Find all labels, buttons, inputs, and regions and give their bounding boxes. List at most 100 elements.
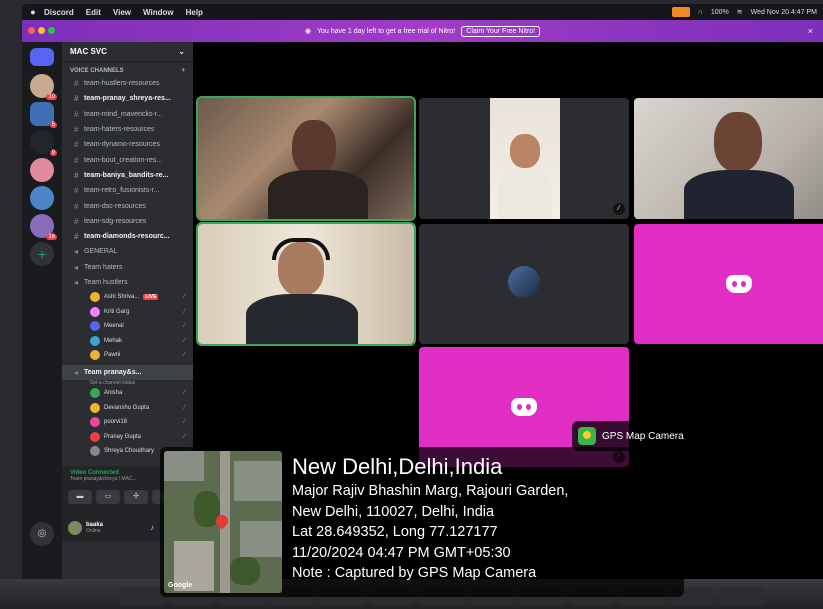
avatar[interactable]: [68, 521, 82, 535]
voice-member[interactable]: Kriti Garg ⁄: [62, 305, 193, 320]
server-rail: 10 5 9 16 + ◎: [22, 42, 62, 579]
menu-view[interactable]: View: [113, 8, 131, 17]
voice-channel-item[interactable]: ◂ Team hustlers: [62, 275, 193, 290]
apple-icon[interactable]: ●: [22, 7, 44, 17]
channel-item[interactable]: # team-sdg-resources: [62, 214, 193, 229]
battery-text[interactable]: 100%: [711, 9, 729, 16]
menu-edit[interactable]: Edit: [86, 8, 101, 17]
member-name: Mehak: [104, 337, 123, 344]
channel-item[interactable]: # team-dsc-resources: [62, 198, 193, 213]
video-tile-1[interactable]: [196, 96, 416, 221]
close-banner-icon[interactable]: ×: [808, 26, 813, 36]
chevron-down-icon: ⌄: [178, 47, 185, 56]
video-tile-6[interactable]: ⁄: [634, 224, 823, 344]
screen-share-icon[interactable]: ▭: [96, 490, 120, 504]
voice-member[interactable]: Ashi Shriva... LIVE ⁄: [62, 290, 193, 305]
video-tile-4[interactable]: [196, 222, 416, 346]
member-name: Ashi Shriva...: [104, 294, 140, 301]
avatar: [90, 417, 100, 428]
menu-window[interactable]: Window: [143, 8, 174, 17]
map-building: [240, 521, 282, 557]
avatar: [90, 446, 100, 457]
channel-item[interactable]: # team-retro_fusionists-r...: [62, 183, 193, 198]
menu-help[interactable]: Help: [186, 8, 203, 17]
server-icon-3[interactable]: 9: [30, 130, 57, 156]
voice-channel-item[interactable]: ◂ Team pranay&s...: [62, 364, 193, 380]
avatar: [90, 292, 100, 303]
avatar: [90, 431, 100, 442]
gps-datetime: 11/20/2024 04:47 PM GMT+05:30: [292, 544, 511, 561]
voice-member[interactable]: Devanshu Gupta ⁄: [62, 400, 193, 415]
video-tile-3[interactable]: [634, 98, 823, 219]
channel-name: team-pranay_shreya-res...: [84, 95, 171, 103]
server-icon-2[interactable]: 5: [30, 102, 57, 128]
headphones-icon: [272, 238, 330, 260]
voice-channel-item[interactable]: ◂ GENERAL: [62, 244, 193, 259]
keyboard-key: [720, 587, 764, 605]
video-tile-2[interactable]: ⁄: [419, 98, 629, 219]
channel-item[interactable]: # team-hustlers-resources: [62, 76, 193, 91]
claim-nitro-button[interactable]: Claim Your Free Nitro!: [461, 25, 541, 37]
microphone-icon[interactable]: ♪: [150, 523, 154, 532]
wifi-icon[interactable]: ≋: [737, 8, 743, 16]
nitro-icon: ◉: [304, 28, 311, 35]
server-name: MAC SVC: [70, 47, 107, 56]
mic-muted-icon: ⁄: [183, 323, 185, 330]
server-header[interactable]: MAC SVC ⌄: [62, 42, 193, 62]
close-window-icon[interactable]: [28, 27, 35, 34]
add-channel-icon[interactable]: +: [181, 68, 185, 74]
channel-item[interactable]: # team-pranay_shreya-res...: [62, 91, 193, 106]
voice-member[interactable]: Anisha ⁄: [62, 386, 193, 401]
gps-city: New Delhi,Delhi,India: [292, 454, 503, 479]
video-tile-5[interactable]: [419, 224, 629, 344]
recording-icon[interactable]: [671, 7, 690, 17]
menubar-status: ∩ 100% ≋ Wed Nov 20 4:47 PM: [671, 4, 817, 20]
mic-muted-icon: ⁄: [183, 419, 185, 426]
voice-channel-name: Team haters: [84, 263, 123, 271]
menu-discord[interactable]: Discord: [44, 8, 74, 17]
gps-info-box: Google New Delhi,Delhi,India Major Rajiv…: [160, 447, 684, 597]
activities-icon[interactable]: ✣: [124, 490, 148, 504]
server-badge: 5: [49, 122, 57, 128]
avatar: [508, 266, 540, 298]
channel-item[interactable]: # team-baniya_bandits-re...: [62, 168, 193, 183]
discord-home-icon[interactable]: [30, 48, 54, 66]
channel-item[interactable]: # team-haters-resources: [62, 122, 193, 137]
channel-name: team-haters-resources: [84, 126, 155, 134]
explore-icon[interactable]: ◎: [30, 522, 54, 546]
voice-member[interactable]: Pranay Gupta ⁄: [62, 429, 193, 444]
channel-item[interactable]: # team-bout_creation-res...: [62, 152, 193, 167]
server-icon-6[interactable]: 16: [30, 214, 57, 240]
nitro-banner: ◉ You have 1 day left to get a free tria…: [22, 20, 823, 42]
maximize-window-icon[interactable]: [48, 27, 55, 34]
voice-channel-item[interactable]: ◂ Team haters: [62, 260, 193, 275]
voice-member[interactable]: Mehak ⁄: [62, 334, 193, 349]
server-icon-1[interactable]: 10: [30, 74, 57, 100]
headphones-icon[interactable]: ∩: [698, 9, 703, 16]
voice-channels-header[interactable]: VOICE CHANNELS +: [62, 62, 193, 76]
avatar: [90, 335, 100, 346]
channel-item[interactable]: # team-mind_mavericks-r...: [62, 107, 193, 122]
server-icon-4[interactable]: [30, 158, 54, 182]
voice-channel-list: ◂ GENERAL ◂ Team haters ◂ Team hustlers Ashi S…: [62, 244, 193, 458]
server-badge: 10: [46, 94, 57, 100]
channel-name: team-dynamo-resources: [84, 141, 160, 149]
voice-member[interactable]: Meenal ⁄: [62, 319, 193, 334]
server-icon-5[interactable]: [30, 186, 54, 210]
add-server-icon[interactable]: +: [30, 242, 54, 266]
voice-member[interactable]: poorvi18 ⁄: [62, 415, 193, 430]
map-building: [164, 451, 204, 481]
clock[interactable]: Wed Nov 20 4:47 PM: [751, 9, 817, 16]
discord-logo-icon: [726, 275, 752, 293]
voice-member[interactable]: Pawni ⁄: [62, 348, 193, 363]
gps-note: Note : Captured by GPS Map Camera: [292, 565, 537, 581]
minimize-window-icon[interactable]: [38, 27, 45, 34]
camera-icon[interactable]: ▬: [68, 490, 92, 504]
channel-item[interactable]: # team-diamonds-resourc...: [62, 229, 193, 244]
hash-icon: #: [74, 216, 79, 226]
hash-icon: #: [74, 232, 79, 242]
hash-icon: #: [74, 125, 79, 135]
avatar: [90, 306, 100, 317]
gps-camera-icon: [578, 427, 596, 445]
channel-item[interactable]: # team-dynamo-resources: [62, 137, 193, 152]
